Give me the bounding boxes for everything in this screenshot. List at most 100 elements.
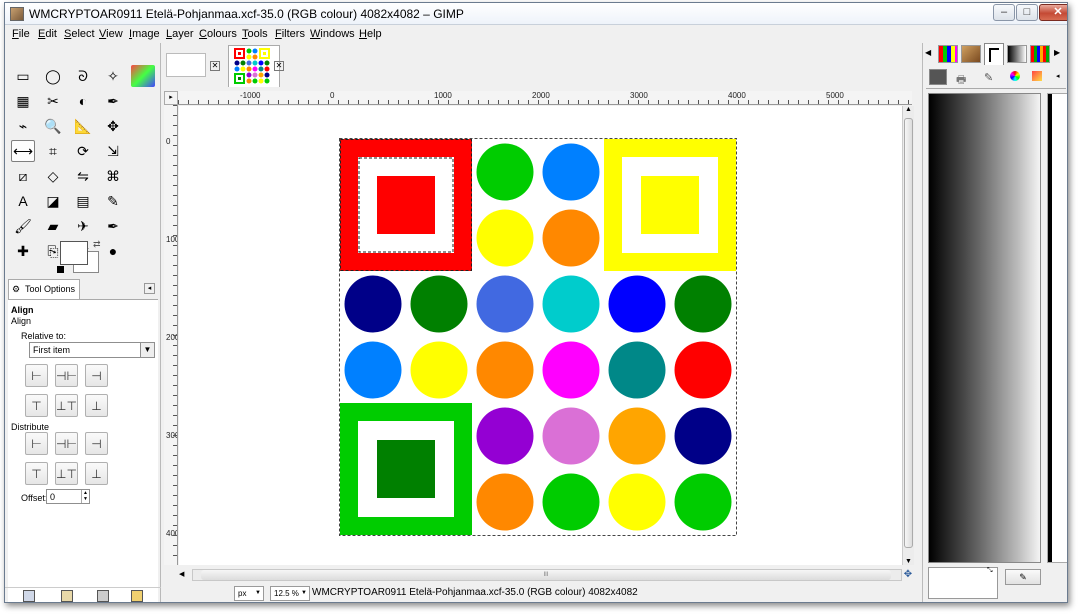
- align-5-button[interactable]: ⊥⊤: [55, 394, 78, 417]
- palettes-tab[interactable]: [1030, 45, 1050, 63]
- vertical-ruler[interactable]: 0 1000 2000 3000 4000: [164, 105, 178, 565]
- pencil-icon[interactable]: ✎: [101, 190, 125, 212]
- shear-icon[interactable]: ⧄: [11, 165, 35, 187]
- close-active-tab-icon[interactable]: ✕: [274, 61, 284, 71]
- menu-view[interactable]: View: [99, 28, 123, 40]
- menu-colours[interactable]: Colours: [199, 28, 237, 40]
- swap-colors-icon[interactable]: ⇄: [93, 239, 101, 250]
- scroll-left-icon[interactable]: ◀: [179, 569, 190, 581]
- menu-filters[interactable]: Filters: [275, 28, 305, 40]
- align-2-button[interactable]: ⊣⊢: [55, 364, 78, 387]
- maximize-button[interactable]: □: [1016, 4, 1038, 21]
- flip-icon[interactable]: ⇋: [71, 165, 95, 187]
- delete-options-icon[interactable]: [97, 590, 109, 602]
- fg-bg-colors[interactable]: ⇄: [57, 239, 105, 275]
- toolbox-configure-icon[interactable]: [131, 65, 155, 87]
- fuzzy-select-icon[interactable]: ✧: [101, 65, 125, 87]
- navigate-icon[interactable]: ✥: [902, 569, 914, 581]
- perspective-icon[interactable]: ◇: [41, 165, 65, 187]
- blend-icon[interactable]: ▤: [71, 190, 95, 212]
- vertical-scroll-thumb[interactable]: [904, 118, 913, 548]
- unit-select[interactable]: px ▼: [234, 586, 264, 601]
- color-picker-icon[interactable]: ⌁: [11, 115, 35, 137]
- menu-select[interactable]: Select: [64, 28, 95, 40]
- zoom-select[interactable]: 12.5 % ▼: [270, 586, 310, 601]
- device-status-icon[interactable]: 🖶: [956, 71, 966, 90]
- restore-options-icon[interactable]: [61, 590, 73, 602]
- rect-select-icon[interactable]: ▭: [11, 65, 35, 87]
- move-icon[interactable]: ✥: [101, 115, 125, 137]
- horizontal-ruler[interactable]: -1000 0 1000 2000 3000 4000 5000: [178, 91, 912, 105]
- relative-to-select[interactable]: First item ▼: [29, 342, 155, 358]
- menu-layer[interactable]: Layer: [166, 28, 194, 40]
- foreground-select-icon[interactable]: ◐: [71, 90, 95, 112]
- ellipse-select-icon[interactable]: ◯: [41, 65, 65, 87]
- pointer-icon[interactable]: [1032, 71, 1042, 81]
- menu-help[interactable]: Help: [359, 28, 382, 40]
- free-select-icon[interactable]: ᘐ: [71, 65, 95, 87]
- red-square[interactable]: [340, 139, 472, 271]
- scroll-up-icon[interactable]: ▲: [905, 106, 912, 113]
- distribute-5-button[interactable]: ⊥⊤: [55, 462, 78, 485]
- gradients-tab[interactable]: [1007, 45, 1027, 63]
- menu-tools[interactable]: Tools: [242, 28, 268, 40]
- image-canvas[interactable]: [179, 106, 902, 565]
- image-tab-thumbnail-1[interactable]: [166, 53, 206, 77]
- offset-input[interactable]: 0 ▲ ▼: [46, 489, 90, 504]
- tool-options-dock-tab[interactable]: [929, 69, 947, 85]
- distribute-3-button[interactable]: ⊣: [85, 432, 108, 455]
- tab-tool-options[interactable]: ⚙ Tool Options: [8, 279, 80, 299]
- distribute-2-button[interactable]: ⊣⊢: [55, 432, 78, 455]
- align-1-button[interactable]: ⊢: [25, 364, 48, 387]
- distribute-6-button[interactable]: ⊥: [85, 462, 108, 485]
- align-3-button[interactable]: ⊣: [85, 364, 108, 387]
- ink-icon[interactable]: ✒: [101, 215, 125, 237]
- dock-menu-icon[interactable]: ◂: [1056, 72, 1060, 80]
- offset-stepper[interactable]: ▲ ▼: [81, 490, 89, 503]
- chevron-down-icon[interactable]: ▼: [301, 587, 307, 600]
- yellow-square[interactable]: [604, 139, 736, 271]
- align-6-button[interactable]: ⊥: [85, 394, 108, 417]
- scale-icon[interactable]: ⇲: [101, 140, 125, 162]
- dock-left-arrow-icon[interactable]: ◀: [925, 47, 937, 59]
- brushes-tab[interactable]: [938, 45, 958, 63]
- chevron-down-icon[interactable]: ▼: [140, 343, 154, 357]
- dock-right-arrow-icon[interactable]: ▶: [1054, 47, 1066, 59]
- rotate-icon[interactable]: ⟳: [71, 140, 95, 162]
- close-button[interactable]: ✕: [1039, 4, 1067, 21]
- image-viewport[interactable]: [179, 106, 902, 565]
- scissors-select-icon[interactable]: ✂: [41, 90, 65, 112]
- heal-icon[interactable]: ✚: [11, 240, 35, 262]
- green-square[interactable]: [340, 403, 472, 535]
- eraser-icon[interactable]: ▰: [41, 215, 65, 237]
- close-tab-icon[interactable]: ✕: [210, 61, 220, 71]
- default-colors-icon[interactable]: [57, 266, 64, 273]
- horizontal-scroll-thumb[interactable]: III: [201, 570, 891, 580]
- cage-icon[interactable]: ⌘: [101, 165, 125, 187]
- text-icon[interactable]: A: [11, 190, 35, 212]
- align-icon[interactable]: ⟷: [11, 140, 35, 162]
- horizontal-scrollbar[interactable]: III: [192, 569, 902, 581]
- paths-tab[interactable]: [984, 43, 1004, 65]
- vertical-scrollbar[interactable]: ▲ ▼: [902, 106, 914, 565]
- minimize-button[interactable]: –: [993, 4, 1015, 21]
- bucket-fill-icon[interactable]: ◪: [41, 190, 65, 212]
- chevron-down-icon[interactable]: ▼: [255, 587, 261, 600]
- menu-file[interactable]: File: [12, 28, 30, 40]
- image-tab-active[interactable]: [228, 45, 280, 87]
- colors-icon[interactable]: [1010, 71, 1020, 81]
- gradient-preview[interactable]: [928, 93, 1041, 563]
- menu-image[interactable]: Image: [129, 28, 160, 40]
- align-4-button[interactable]: ⊤: [25, 394, 48, 417]
- distribute-1-button[interactable]: ⊢: [25, 432, 48, 455]
- edit-brush-button[interactable]: ✎: [1005, 569, 1041, 585]
- distribute-4-button[interactable]: ⊤: [25, 462, 48, 485]
- quick-mask-corner-icon[interactable]: ▸: [164, 91, 178, 105]
- reset-options-icon[interactable]: [131, 590, 143, 602]
- undo-history-icon[interactable]: ✎: [984, 71, 993, 84]
- save-options-icon[interactable]: [23, 590, 35, 602]
- by-color-select-icon[interactable]: ▦: [11, 90, 35, 112]
- menu-windows[interactable]: Windows: [310, 28, 355, 40]
- patterns-tab[interactable]: [961, 45, 981, 63]
- foreground-color-swatch[interactable]: [60, 241, 88, 265]
